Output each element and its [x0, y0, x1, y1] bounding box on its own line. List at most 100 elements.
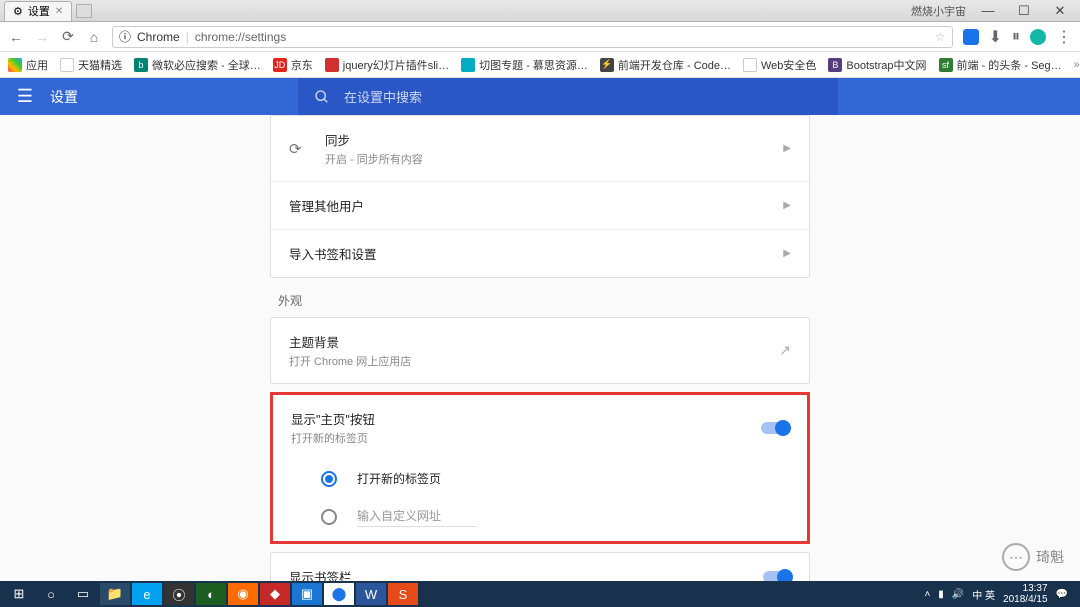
settings-search[interactable]: 在设置中搜索 [298, 78, 838, 115]
home-button-card: 显示"主页"按钮 打开新的标签页 打开新的标签页 输入自定义网址 [270, 392, 810, 544]
import-row[interactable]: 导入书签和设置 ▶ [271, 230, 809, 277]
home-button[interactable]: ⌂ [86, 29, 102, 45]
chevron-right-icon: ▶ [783, 248, 791, 259]
maximize-button[interactable]: ☐ [1010, 1, 1038, 21]
page-icon [743, 58, 757, 72]
radio-custom-url[interactable]: 输入自定义网址 [273, 497, 807, 537]
theme-card: 主题背景 打开 Chrome 网上应用店 ↗ [270, 317, 810, 384]
taskbar-app[interactable]: S [388, 583, 418, 605]
sf-icon: sf [939, 58, 953, 72]
jd-icon: JD [273, 58, 287, 72]
bookmark-item[interactable]: Web安全色 [743, 57, 816, 73]
section-appearance-label: 外观 [270, 278, 810, 317]
profile-avatar[interactable] [1030, 29, 1046, 45]
taskbar-app[interactable]: e [132, 583, 162, 605]
network-icon[interactable]: ▮ [938, 589, 944, 600]
clock[interactable]: 13:37 2018/4/15 [1003, 583, 1048, 605]
bookmark-item[interactable]: BBootstrap中文网 [828, 57, 926, 73]
download-icon[interactable]: ⬇ [989, 27, 1002, 47]
bing-icon: b [134, 58, 148, 72]
star-icon[interactable]: ☆ [935, 30, 946, 44]
taskbar-app[interactable]: ▣ [292, 583, 322, 605]
taskbar-app[interactable]: ⬤ [324, 583, 354, 605]
bookmark-item[interactable]: sf前端 - 的头条 - Seg… [939, 57, 1062, 73]
appearance-card-2: 显示书签栏 字号 中（推荐） ▼ [270, 552, 810, 581]
sync-icon: ⟳ [289, 140, 325, 158]
url-origin: Chrome [137, 30, 180, 44]
custom-url-input[interactable]: 输入自定义网址 [357, 507, 477, 527]
close-tab-icon[interactable]: ✕ [55, 6, 63, 17]
browser-tab[interactable]: ⚙ 设置 ✕ [4, 1, 72, 21]
notifications-icon[interactable]: 💬 [1056, 589, 1068, 600]
favicon [461, 58, 475, 72]
task-view-icon[interactable]: ▭ [68, 583, 98, 605]
tab-title: 设置 [28, 3, 50, 19]
address-bar[interactable]: ⓘ Chrome | chrome://settings ☆ [112, 26, 953, 48]
search-placeholder: 在设置中搜索 [344, 87, 422, 106]
info-icon: ⓘ [119, 28, 131, 45]
bookmark-item[interactable]: jquery幻灯片插件sli… [325, 57, 449, 73]
people-card: ⟳ 同步 开启 - 同步所有内容 ▶ 管理其他用户 ▶ 导入书签和设置 ▶ [270, 115, 810, 278]
url-text: chrome://settings [195, 30, 286, 44]
new-tab-button[interactable] [76, 4, 92, 18]
taskbar-app[interactable]: ◐ [196, 583, 226, 605]
windows-taskbar: ⊞ ○ ▭ 📁 e ⦿ ◐ ◉ ◆ ▣ ⬤ W S ˄ ▮ 🔊 中 英 13:3… [0, 581, 1080, 607]
watermark: ⋯ 琦魁 [1002, 543, 1064, 571]
bookmark-item[interactable]: 天猫精选 [60, 57, 122, 73]
forward-button[interactable]: → [34, 29, 50, 45]
apps-icon [8, 58, 22, 72]
favicon [325, 58, 339, 72]
home-button-sub: 打开新的标签页 [291, 430, 761, 446]
home-button-title: 显示"主页"按钮 [291, 409, 761, 428]
bookmarks-bar: 应用 天猫精选 b微软必应搜索 - 全球… JD京东 jquery幻灯片插件sl… [0, 52, 1080, 78]
window-label: 燃烧小宇宙 [911, 3, 966, 19]
chevron-right-icon: ▶ [783, 143, 791, 154]
hamburger-menu[interactable]: ☰ [0, 86, 50, 107]
extension-icon[interactable] [963, 29, 979, 45]
chat-icon: ⋯ [1002, 543, 1030, 571]
menu-icon[interactable]: ⋮ [1056, 27, 1072, 47]
sync-row[interactable]: ⟳ 同步 开启 - 同步所有内容 ▶ [271, 116, 809, 182]
bookmark-item[interactable]: JD京东 [273, 57, 313, 73]
tray-chevron-icon[interactable]: ˄ [924, 589, 930, 600]
search-icon [314, 89, 330, 105]
volume-icon[interactable]: 🔊 [952, 589, 964, 600]
favicon: ⚡ [600, 58, 614, 72]
apps-shortcut[interactable]: 应用 [8, 57, 48, 73]
gear-icon: ⚙ [13, 5, 23, 18]
bookmark-item[interactable]: ⚡前端开发仓库 - Code… [600, 57, 731, 73]
external-link-icon: ↗ [779, 342, 791, 359]
window-titlebar: ⚙ 设置 ✕ 燃烧小宇宙 — ☐ ✕ [0, 0, 1080, 22]
bootstrap-icon: B [828, 58, 842, 72]
page-title: 设置 [50, 87, 78, 107]
back-button[interactable]: ← [8, 29, 24, 45]
bookmark-item[interactable]: 切图专题 - 慕思资源… [461, 57, 588, 73]
minimize-button[interactable]: — [974, 1, 1002, 21]
pause-icon[interactable]: ⏸ [1012, 28, 1020, 46]
radio-newtab[interactable]: 打开新的标签页 [273, 460, 807, 497]
reload-button[interactable]: ⟳ [60, 29, 76, 45]
bookmarks-bar-toggle[interactable] [763, 571, 791, 582]
toolbar: ← → ⟳ ⌂ ⓘ Chrome | chrome://settings ☆ ⬇… [0, 22, 1080, 52]
radio-off-icon [321, 509, 337, 525]
bookmarks-overflow[interactable]: » [1074, 59, 1080, 71]
taskbar-app[interactable]: 📁 [100, 583, 130, 605]
ime-indicator[interactable]: 中 英 [972, 587, 995, 602]
taskbar-app[interactable]: ⦿ [164, 583, 194, 605]
cortana-icon[interactable]: ○ [36, 583, 66, 605]
page-icon [60, 58, 74, 72]
settings-header: ☰ 设置 在设置中搜索 [0, 78, 1080, 115]
chevron-right-icon: ▶ [783, 200, 791, 211]
bookmarks-bar-row[interactable]: 显示书签栏 [271, 553, 809, 581]
manage-users-row[interactable]: 管理其他用户 ▶ [271, 182, 809, 230]
start-button[interactable]: ⊞ [4, 583, 34, 605]
theme-row[interactable]: 主题背景 打开 Chrome 网上应用店 ↗ [271, 318, 809, 383]
close-window-button[interactable]: ✕ [1046, 1, 1074, 21]
radio-on-icon [321, 471, 337, 487]
taskbar-app[interactable]: ◆ [260, 583, 290, 605]
settings-content: ⟳ 同步 开启 - 同步所有内容 ▶ 管理其他用户 ▶ 导入书签和设置 ▶ 外观… [0, 115, 1080, 581]
bookmark-item[interactable]: b微软必应搜索 - 全球… [134, 57, 261, 73]
home-button-toggle[interactable] [761, 422, 789, 434]
taskbar-app[interactable]: W [356, 583, 386, 605]
taskbar-app[interactable]: ◉ [228, 583, 258, 605]
